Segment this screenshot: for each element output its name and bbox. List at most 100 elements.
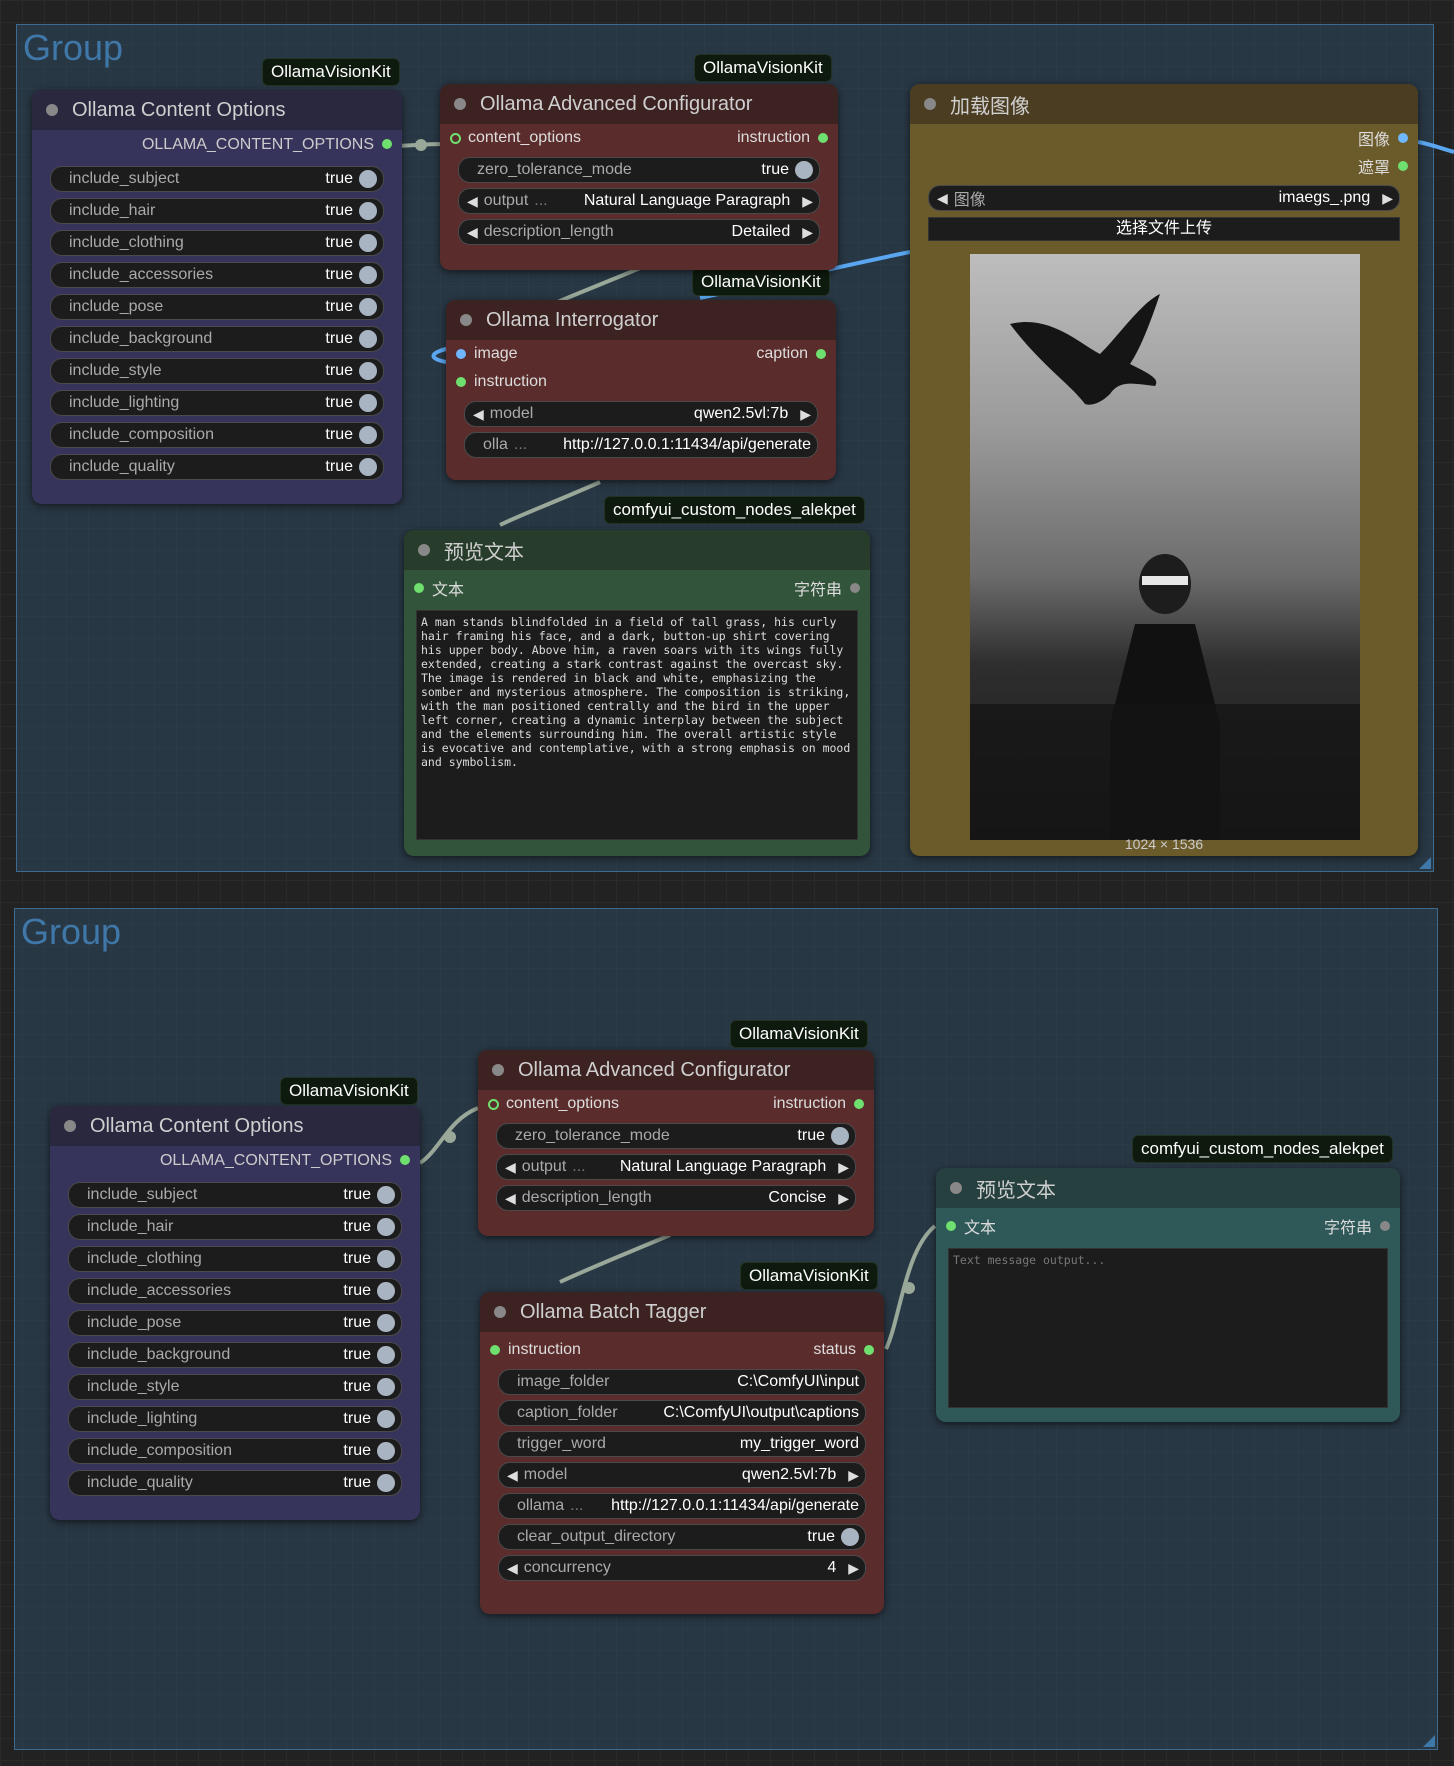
model-combo[interactable]: ◀ model qwen2.5vl:7b ▶ [498, 1462, 866, 1488]
output-connector-icon[interactable] [400, 1155, 410, 1165]
arrow-right-icon[interactable]: ▶ [800, 406, 811, 423]
content-option-toggle[interactable]: include_background true [50, 326, 384, 352]
input-slot-image[interactable]: image caption [446, 340, 836, 368]
output-connector-icon[interactable] [382, 139, 392, 149]
group-title[interactable]: Group [23, 27, 123, 69]
content-option-toggle[interactable]: include_hair true [68, 1214, 402, 1240]
input-slot-instruction[interactable]: instruction [446, 368, 836, 396]
input-slot-content-options[interactable]: content_options instruction [478, 1090, 874, 1118]
description-length-combo[interactable]: ◀ description_length Concise ▶ [496, 1185, 856, 1211]
collapse-dot-icon[interactable] [418, 544, 430, 556]
content-option-toggle[interactable]: include_style true [68, 1374, 402, 1400]
output-connector-icon[interactable] [816, 349, 826, 359]
arrow-right-icon[interactable]: ▶ [1382, 190, 1393, 207]
collapse-dot-icon[interactable] [950, 1182, 962, 1194]
input-slot-text[interactable]: 文本 字符串 [936, 1212, 1400, 1240]
zero-tolerance-toggle[interactable]: zero_tolerance_mode true [458, 157, 820, 183]
node-header[interactable]: Ollama Content Options [32, 90, 402, 130]
image-folder-field[interactable]: image_folder C:\ComfyUI\input [498, 1369, 866, 1395]
input-slot-instruction[interactable]: instruction status [480, 1336, 884, 1364]
content-option-toggle[interactable]: include_subject true [50, 166, 384, 192]
output-combo[interactable]: ◀ output... Natural Language Paragraph ▶ [458, 188, 820, 214]
arrow-left-icon[interactable]: ◀ [473, 406, 484, 423]
resize-handle[interactable] [1423, 1735, 1435, 1747]
content-option-toggle[interactable]: include_accessories true [68, 1278, 402, 1304]
node-header[interactable]: Ollama Advanced Configurator [440, 84, 838, 124]
content-option-toggle[interactable]: include_pose true [50, 294, 384, 320]
output-connector-icon[interactable] [818, 133, 828, 143]
collapse-dot-icon[interactable] [460, 314, 472, 326]
content-option-toggle[interactable]: include_lighting true [68, 1406, 402, 1432]
arrow-right-icon[interactable]: ▶ [838, 1190, 849, 1207]
upload-button[interactable]: 选择文件上传 [928, 217, 1400, 241]
node-header[interactable]: 预览文本 [936, 1168, 1400, 1208]
arrow-right-icon[interactable]: ▶ [838, 1159, 849, 1176]
arrow-left-icon[interactable]: ◀ [467, 224, 478, 241]
content-option-toggle[interactable]: include_pose true [68, 1310, 402, 1336]
content-option-toggle[interactable]: include_composition true [50, 422, 384, 448]
node-header[interactable]: Ollama Interrogator [446, 300, 836, 340]
content-option-toggle[interactable]: include_lighting true [50, 390, 384, 416]
resize-handle[interactable] [1419, 857, 1431, 869]
node-header[interactable]: Ollama Content Options [50, 1106, 420, 1146]
image-file-combo[interactable]: ◀ 图像 imaegs_.png ▶ [928, 185, 1400, 211]
content-option-toggle[interactable]: include_composition true [68, 1438, 402, 1464]
zero-tolerance-toggle[interactable]: zero_tolerance_mode true [496, 1123, 856, 1149]
node-header[interactable]: Ollama Advanced Configurator [478, 1050, 874, 1090]
content-options-node[interactable]: Ollama Content Options OLLAMA_CONTENT_OP… [32, 90, 402, 504]
batch-tagger-node[interactable]: Ollama Batch Tagger instruction status i… [480, 1292, 884, 1614]
input-slot-content-options[interactable]: content_options instruction [440, 124, 838, 152]
output-connector-icon[interactable] [1380, 1221, 1390, 1231]
collapse-dot-icon[interactable] [46, 104, 58, 116]
content-option-toggle[interactable]: include_subject true [68, 1182, 402, 1208]
ollama-url-field[interactable]: olla... http://127.0.0.1:11434/api/genera… [464, 432, 818, 458]
arrow-left-icon[interactable]: ◀ [507, 1560, 518, 1577]
content-option-toggle[interactable]: include_clothing true [50, 230, 384, 256]
collapse-dot-icon[interactable] [64, 1120, 76, 1132]
content-option-toggle[interactable]: include_hair true [50, 198, 384, 224]
arrow-right-icon[interactable]: ▶ [802, 193, 813, 210]
model-combo[interactable]: ◀ model qwen2.5vl:7b ▶ [464, 401, 818, 427]
content-options-node[interactable]: Ollama Content Options OLLAMA_CONTENT_OP… [50, 1106, 420, 1520]
load-image-node[interactable]: 加载图像 图像 遮罩 ◀ 图像 imaegs_.png ▶ 选择文件上传 1024 ×… [910, 84, 1418, 856]
output-connector-icon[interactable] [1398, 133, 1408, 143]
concurrency-stepper[interactable]: ◀ concurrency 4 ▶ [498, 1555, 866, 1581]
arrow-right-icon[interactable]: ▶ [848, 1560, 859, 1577]
arrow-left-icon[interactable]: ◀ [467, 193, 478, 210]
preview-textarea[interactable]: A man stands blindfolded in a field of t… [416, 610, 858, 840]
output-combo[interactable]: ◀ output... Natural Language Paragraph ▶ [496, 1154, 856, 1180]
preview-textarea[interactable]: Text message output... [948, 1248, 1388, 1408]
output-connector-icon[interactable] [1398, 161, 1408, 171]
collapse-dot-icon[interactable] [924, 98, 936, 110]
node-header[interactable]: 预览文本 [404, 530, 870, 570]
description-length-combo[interactable]: ◀ description_length Detailed ▶ [458, 219, 820, 245]
output-connector-icon[interactable] [864, 1345, 874, 1355]
advanced-configurator-node[interactable]: Ollama Advanced Configurator content_opt… [478, 1050, 874, 1236]
collapse-dot-icon[interactable] [494, 1306, 506, 1318]
arrow-left-icon[interactable]: ◀ [937, 190, 948, 207]
arrow-left-icon[interactable]: ◀ [505, 1190, 516, 1207]
advanced-configurator-node[interactable]: Ollama Advanced Configurator content_opt… [440, 84, 838, 270]
preview-text-node[interactable]: 预览文本 文本 字符串 A man stands blindfolded in … [404, 530, 870, 856]
group-title[interactable]: Group [21, 911, 121, 953]
node-header[interactable]: Ollama Batch Tagger [480, 1292, 884, 1332]
collapse-dot-icon[interactable] [492, 1064, 504, 1076]
preview-text-node[interactable]: 预览文本 文本 字符串 Text message output... [936, 1168, 1400, 1422]
caption-folder-field[interactable]: caption_folder C:\ComfyUI\output\captions [498, 1400, 866, 1426]
ollama-url-field[interactable]: ollama... http://127.0.0.1:11434/api/gene… [498, 1493, 866, 1519]
content-option-toggle[interactable]: include_clothing true [68, 1246, 402, 1272]
content-option-toggle[interactable]: include_quality true [68, 1470, 402, 1496]
content-option-toggle[interactable]: include_background true [68, 1342, 402, 1368]
collapse-dot-icon[interactable] [454, 98, 466, 110]
output-connector-icon[interactable] [850, 583, 860, 593]
interrogator-node[interactable]: Ollama Interrogator image caption instru… [446, 300, 836, 480]
arrow-right-icon[interactable]: ▶ [848, 1467, 859, 1484]
content-option-toggle[interactable]: include_style true [50, 358, 384, 384]
trigger-word-field[interactable]: trigger_word my_trigger_word [498, 1431, 866, 1457]
input-slot-text[interactable]: 文本 字符串 [404, 574, 870, 602]
arrow-left-icon[interactable]: ◀ [505, 1159, 516, 1176]
node-header[interactable]: 加载图像 [910, 84, 1418, 124]
output-connector-icon[interactable] [854, 1099, 864, 1109]
content-option-toggle[interactable]: include_accessories true [50, 262, 384, 288]
arrow-left-icon[interactable]: ◀ [507, 1467, 518, 1484]
